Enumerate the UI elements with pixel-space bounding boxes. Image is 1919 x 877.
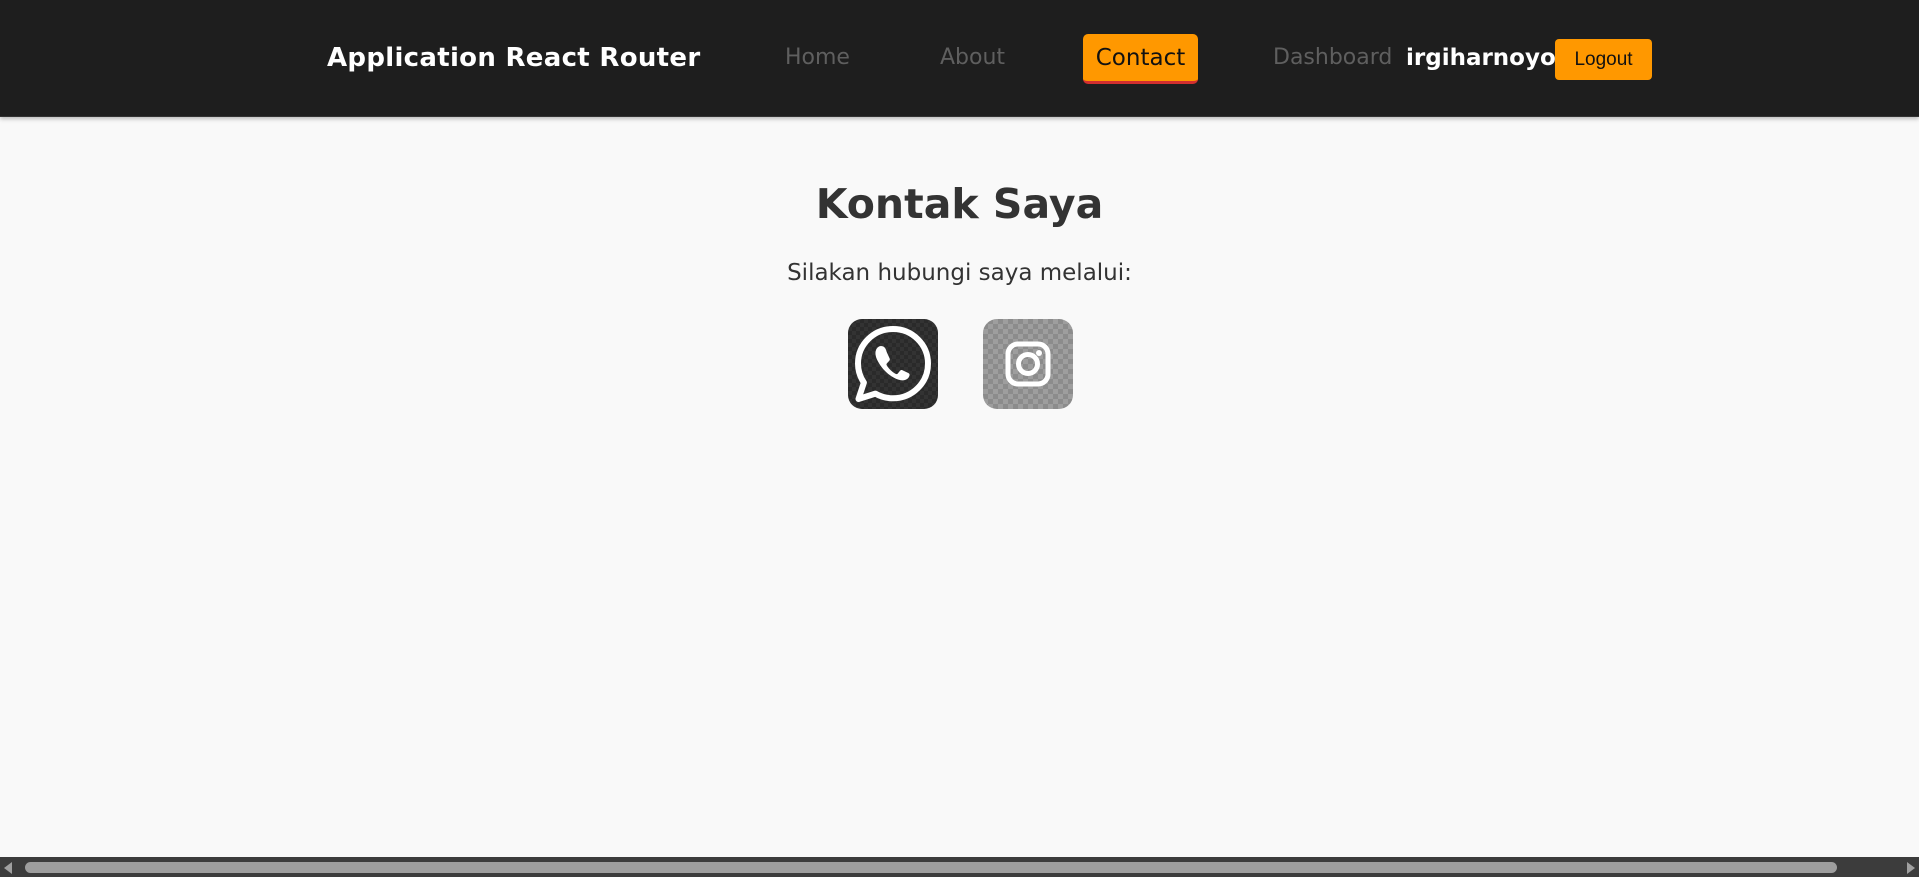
scroll-right-arrow-icon[interactable] (1907, 862, 1915, 874)
whatsapp-link[interactable] (848, 319, 938, 409)
brand-title[interactable]: Application React Router (327, 43, 700, 73)
instagram-link[interactable] (983, 319, 1073, 409)
page-title: Kontak Saya (815, 180, 1104, 228)
nav-link-dashboard[interactable]: Dashboard (1273, 45, 1392, 70)
navbar: Application React Router Home About Cont… (0, 0, 1919, 117)
nav-link-about[interactable]: About (940, 45, 1005, 70)
nav-link-home[interactable]: Home (785, 45, 850, 70)
logout-button[interactable]: Logout (1555, 39, 1652, 80)
page-subtitle: Silakan hubungi saya melalui: (787, 260, 1132, 286)
instagram-icon (1005, 341, 1051, 387)
scroll-left-arrow-icon[interactable] (4, 862, 12, 874)
horizontal-scrollbar[interactable] (0, 857, 1919, 877)
scrollbar-thumb[interactable] (25, 862, 1837, 873)
username-label: irgiharnoyo (1406, 45, 1556, 71)
whatsapp-icon (855, 326, 931, 402)
nav-link-contact[interactable]: Contact (1083, 34, 1198, 84)
